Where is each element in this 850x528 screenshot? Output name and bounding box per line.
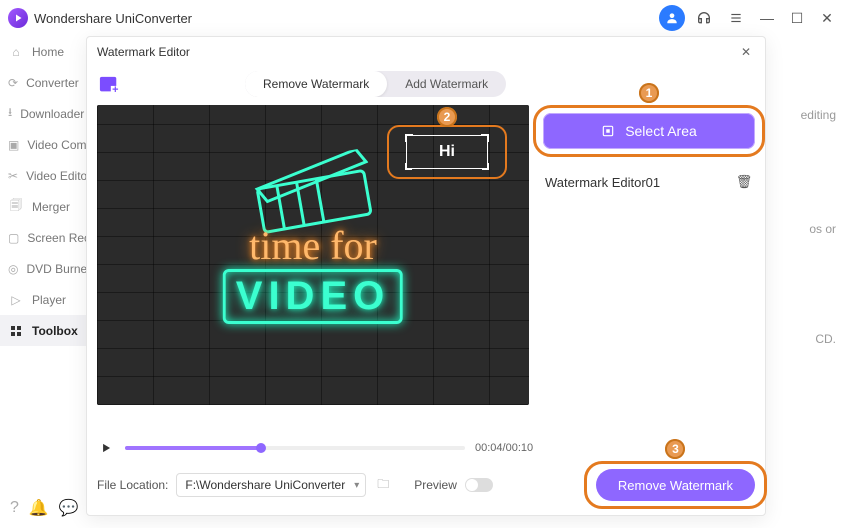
maximize-button[interactable]: ☐ bbox=[782, 3, 812, 33]
mode-segment: Remove Watermark Add Watermark bbox=[245, 71, 506, 97]
scissors-icon: ✂ bbox=[8, 169, 18, 183]
delete-icon[interactable]: 🗑 bbox=[735, 173, 753, 191]
sidebar-item-home[interactable]: ⌂Home bbox=[0, 36, 86, 67]
time-display: 00:04/00:10 bbox=[475, 442, 533, 454]
player-icon: ▷ bbox=[8, 293, 24, 307]
recorder-icon: ▢ bbox=[8, 231, 19, 245]
tab-remove-watermark[interactable]: Remove Watermark bbox=[245, 71, 387, 97]
dialog-title: Watermark Editor bbox=[97, 45, 190, 59]
bg-text: editing bbox=[801, 108, 836, 122]
home-icon: ⌂ bbox=[8, 45, 24, 59]
merger-icon: 🗐 bbox=[8, 196, 24, 217]
minimize-button[interactable]: — bbox=[752, 3, 782, 33]
sidebar-item-downloader[interactable]: ⭳Downloader bbox=[0, 98, 86, 129]
file-location-label: File Location: bbox=[97, 478, 168, 492]
sidebar-item-player[interactable]: ▷Player bbox=[0, 284, 86, 315]
select-area-icon bbox=[601, 124, 615, 138]
sidebar: ⌂Home ⟳Converter ⭳Downloader ▣Video Comp… bbox=[0, 36, 86, 528]
annotation-badge-3: 3 bbox=[665, 439, 685, 459]
tab-add-watermark[interactable]: Add Watermark bbox=[387, 71, 506, 97]
seek-slider[interactable] bbox=[125, 446, 465, 450]
bg-text: os or bbox=[809, 222, 836, 236]
sidebar-item-toolbox[interactable]: Toolbox bbox=[0, 315, 86, 346]
neon-text: time for VIDEO bbox=[223, 222, 403, 324]
account-icon[interactable] bbox=[659, 5, 685, 31]
play-button[interactable] bbox=[97, 439, 115, 457]
video-preview[interactable]: time for VIDEO Hi 2 bbox=[97, 105, 529, 405]
bell-icon[interactable]: 🔔 bbox=[29, 498, 49, 518]
support-icon[interactable] bbox=[691, 5, 717, 31]
sidebar-item-dvd-burner[interactable]: ◎DVD Burner bbox=[0, 253, 86, 284]
close-button[interactable]: ✕ bbox=[812, 3, 842, 33]
watermark-selection-box[interactable]: Hi bbox=[387, 125, 507, 179]
app-logo bbox=[8, 8, 28, 28]
sidebar-item-video-editor[interactable]: ✂Video Editor bbox=[0, 160, 86, 191]
preview-toggle[interactable] bbox=[465, 478, 493, 492]
download-icon: ⭳ bbox=[8, 103, 12, 124]
menu-icon[interactable] bbox=[723, 5, 749, 31]
dialog-close-button[interactable]: ✕ bbox=[737, 43, 755, 61]
help-icon[interactable]: ? bbox=[10, 499, 19, 517]
app-title: Wondershare UniConverter bbox=[34, 11, 192, 26]
sidebar-item-screen-recorder[interactable]: ▢Screen Recorder bbox=[0, 222, 86, 253]
open-folder-button[interactable]: 🗀 bbox=[374, 476, 392, 494]
watermark-list-item[interactable]: Watermark Editor01 🗑 bbox=[543, 169, 755, 195]
converter-icon: ⟳ bbox=[8, 76, 18, 90]
select-area-button[interactable]: Select Area bbox=[543, 113, 755, 149]
compress-icon: ▣ bbox=[8, 138, 19, 152]
add-file-button[interactable]: + bbox=[97, 73, 121, 95]
annotation-badge-1: 1 bbox=[639, 83, 659, 103]
dvd-icon: ◎ bbox=[8, 262, 18, 276]
annotation-badge-2: 2 bbox=[437, 107, 457, 127]
sidebar-item-converter[interactable]: ⟳Converter bbox=[0, 67, 86, 98]
bg-text: CD. bbox=[815, 332, 836, 346]
file-location-select[interactable]: F:\Wondershare UniConverter bbox=[176, 473, 366, 497]
toolbox-icon bbox=[8, 326, 24, 336]
watermark-editor-dialog: Watermark Editor ✕ + Remove Watermark Ad… bbox=[86, 36, 766, 516]
svg-text:+: + bbox=[112, 84, 118, 95]
feedback-icon[interactable]: 💬 bbox=[59, 498, 79, 518]
remove-watermark-button[interactable]: Remove Watermark bbox=[596, 469, 755, 501]
sidebar-item-video-compressor[interactable]: ▣Video Compressor bbox=[0, 129, 86, 160]
sidebar-item-merger[interactable]: 🗐Merger bbox=[0, 191, 86, 222]
preview-label: Preview bbox=[414, 478, 457, 492]
